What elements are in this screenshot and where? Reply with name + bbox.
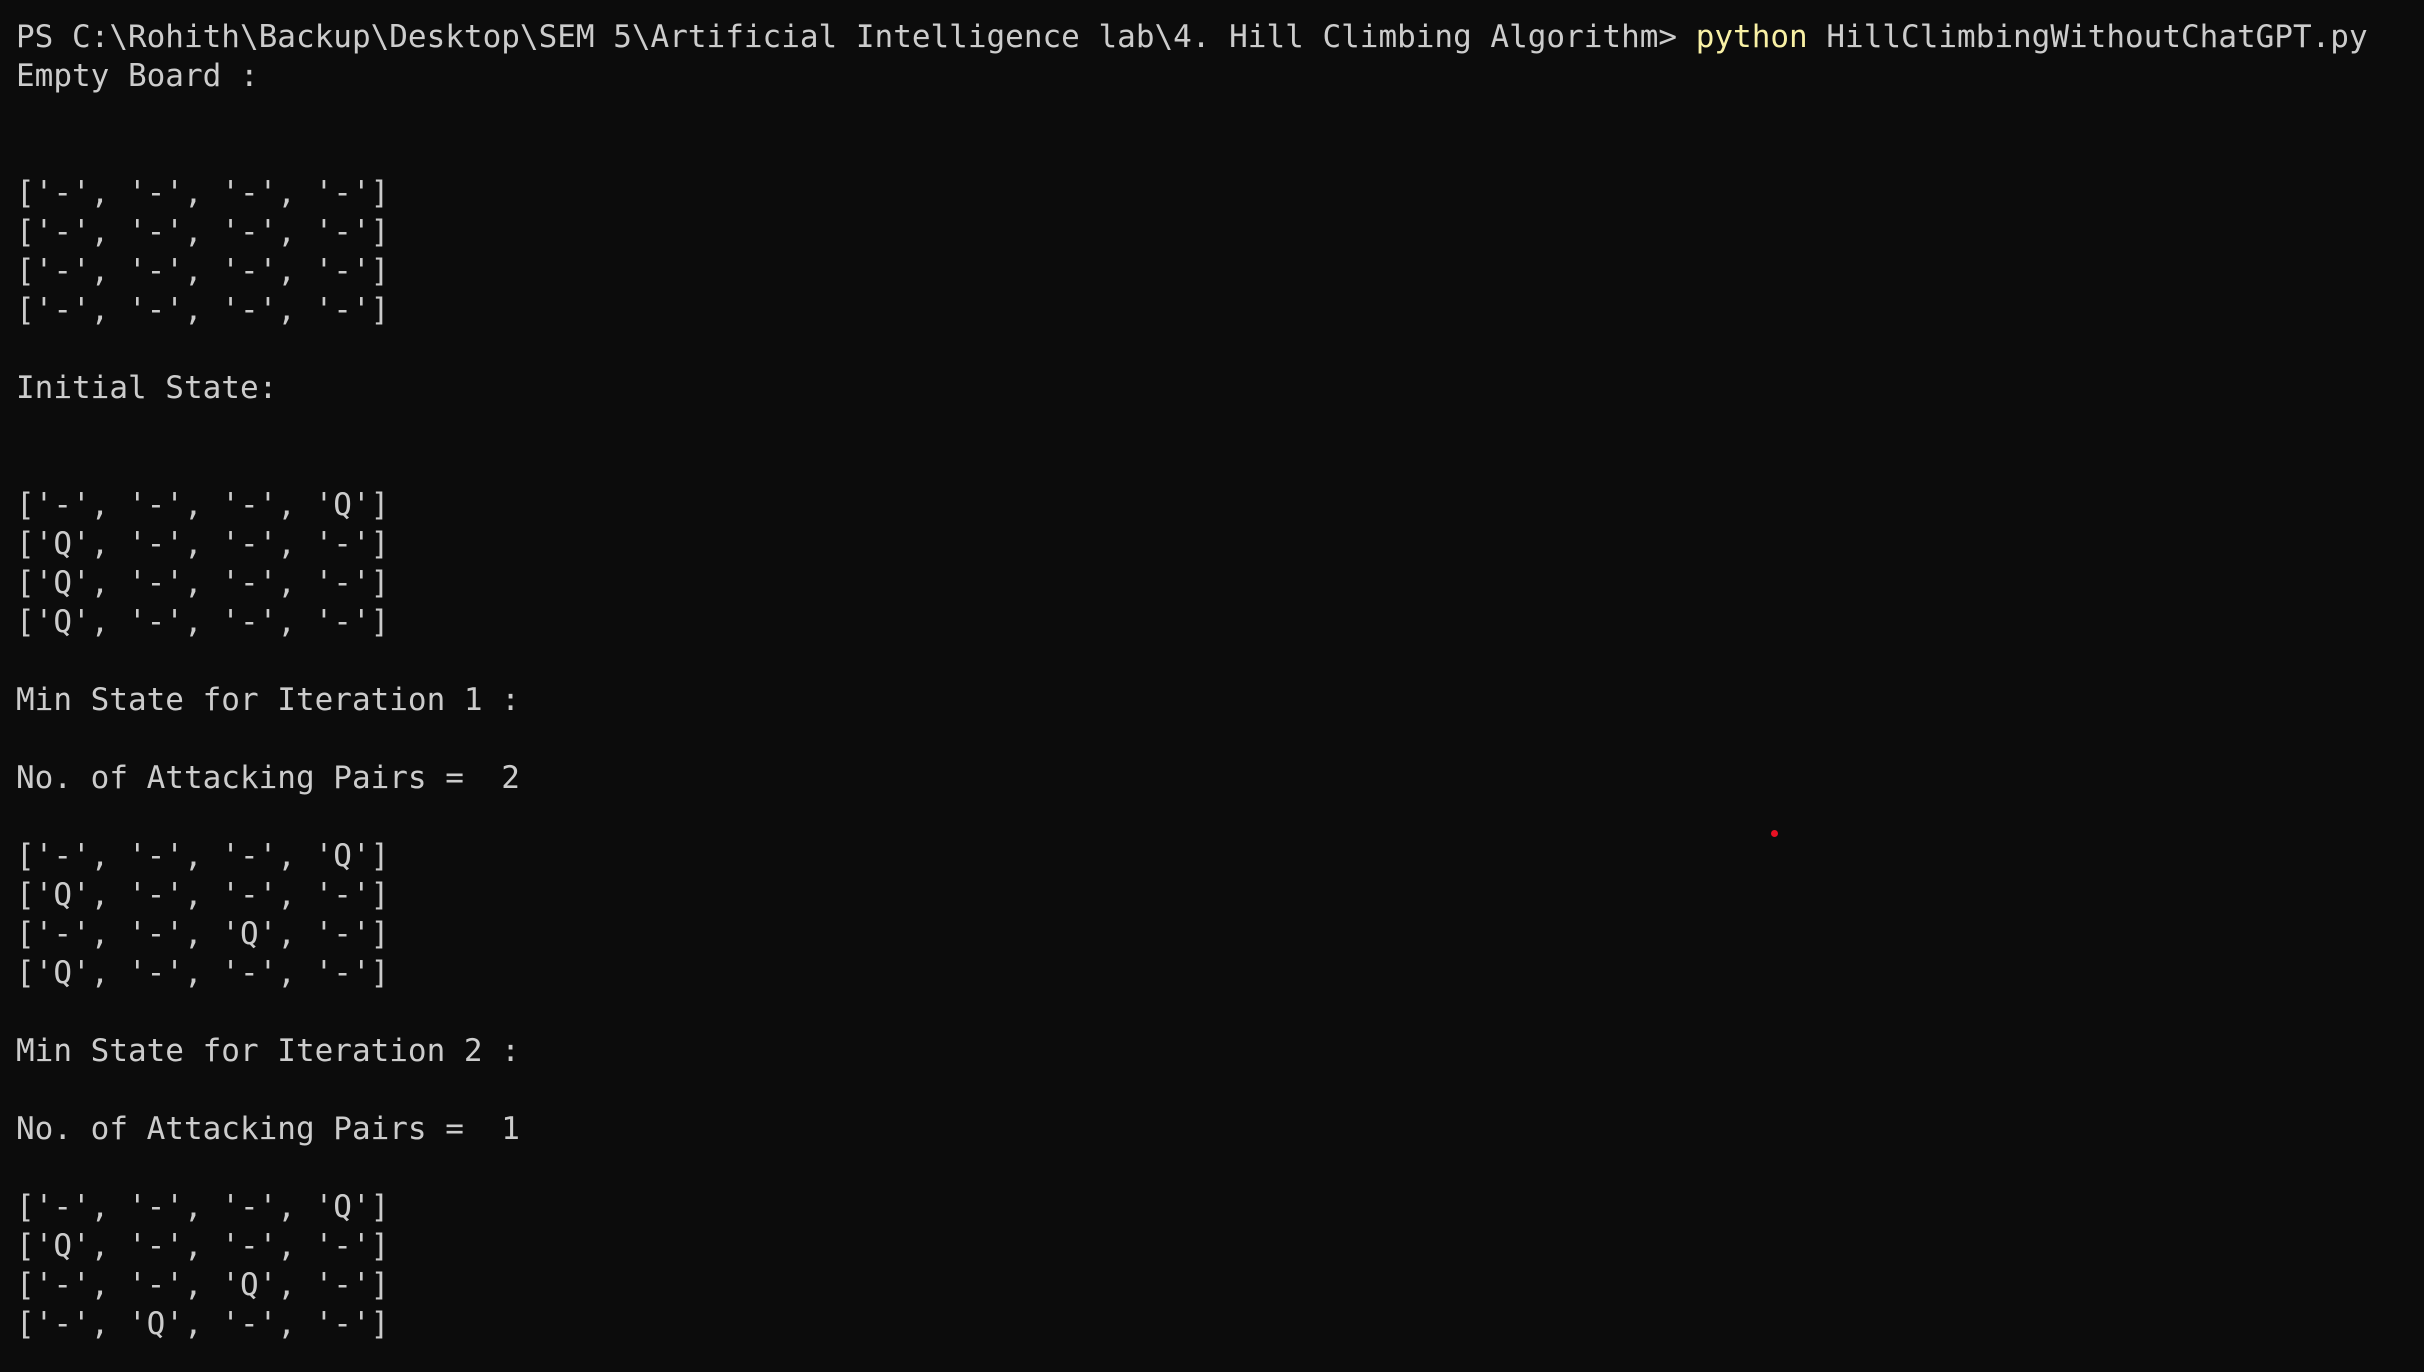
output-line: Initial State:	[16, 370, 278, 406]
output-line: Min State for Iteration 1 :	[16, 682, 520, 718]
mouse-pointer-dot	[1771, 830, 1778, 837]
output-line: No. of Attacking Pairs = 1	[16, 1111, 520, 1147]
output-line: ['-', '-', '-', '-']	[16, 253, 390, 289]
terminal-output: Empty Board : ['-', '-', '-', '-'] ['-', '…	[16, 57, 2424, 1344]
output-line: ['-', '-', '-', '-']	[16, 214, 390, 250]
output-line: ['Q', '-', '-', '-']	[16, 1228, 390, 1264]
output-line: ['Q', '-', '-', '-']	[16, 877, 390, 913]
output-line: ['Q', '-', '-', '-']	[16, 565, 390, 601]
command-args: HillClimbingWithoutChatGPT.py	[1807, 19, 2368, 55]
output-line: ['-', '-', '-', 'Q']	[16, 487, 390, 523]
command-keyword: python	[1695, 19, 1808, 55]
terminal-window[interactable]: PS C:\Rohith\Backup\Desktop\SEM 5\Artifi…	[0, 0, 2424, 1372]
output-line: ['-', 'Q', '-', '-']	[16, 1306, 390, 1342]
output-line: ['Q', '-', '-', '-']	[16, 604, 390, 640]
output-line: Min State for Iteration 2 :	[16, 1033, 520, 1069]
output-line: ['Q', '-', '-', '-']	[16, 955, 390, 991]
output-line: ['-', '-', '-', '-']	[16, 292, 390, 328]
output-line: No. of Attacking Pairs = 2	[16, 760, 520, 796]
command-line: PS C:\Rohith\Backup\Desktop\SEM 5\Artifi…	[16, 18, 2424, 57]
output-line: ['-', '-', 'Q', '-']	[16, 916, 390, 952]
output-line: ['-', '-', 'Q', '-']	[16, 1267, 390, 1303]
output-line: ['-', '-', '-', '-']	[16, 175, 390, 211]
output-line: Empty Board :	[16, 58, 259, 94]
output-line: ['-', '-', '-', 'Q']	[16, 1189, 390, 1225]
prompt-text: PS C:\Rohith\Backup\Desktop\SEM 5\Artifi…	[16, 19, 1696, 55]
output-line: ['Q', '-', '-', '-']	[16, 526, 390, 562]
output-line: ['-', '-', '-', 'Q']	[16, 838, 390, 874]
